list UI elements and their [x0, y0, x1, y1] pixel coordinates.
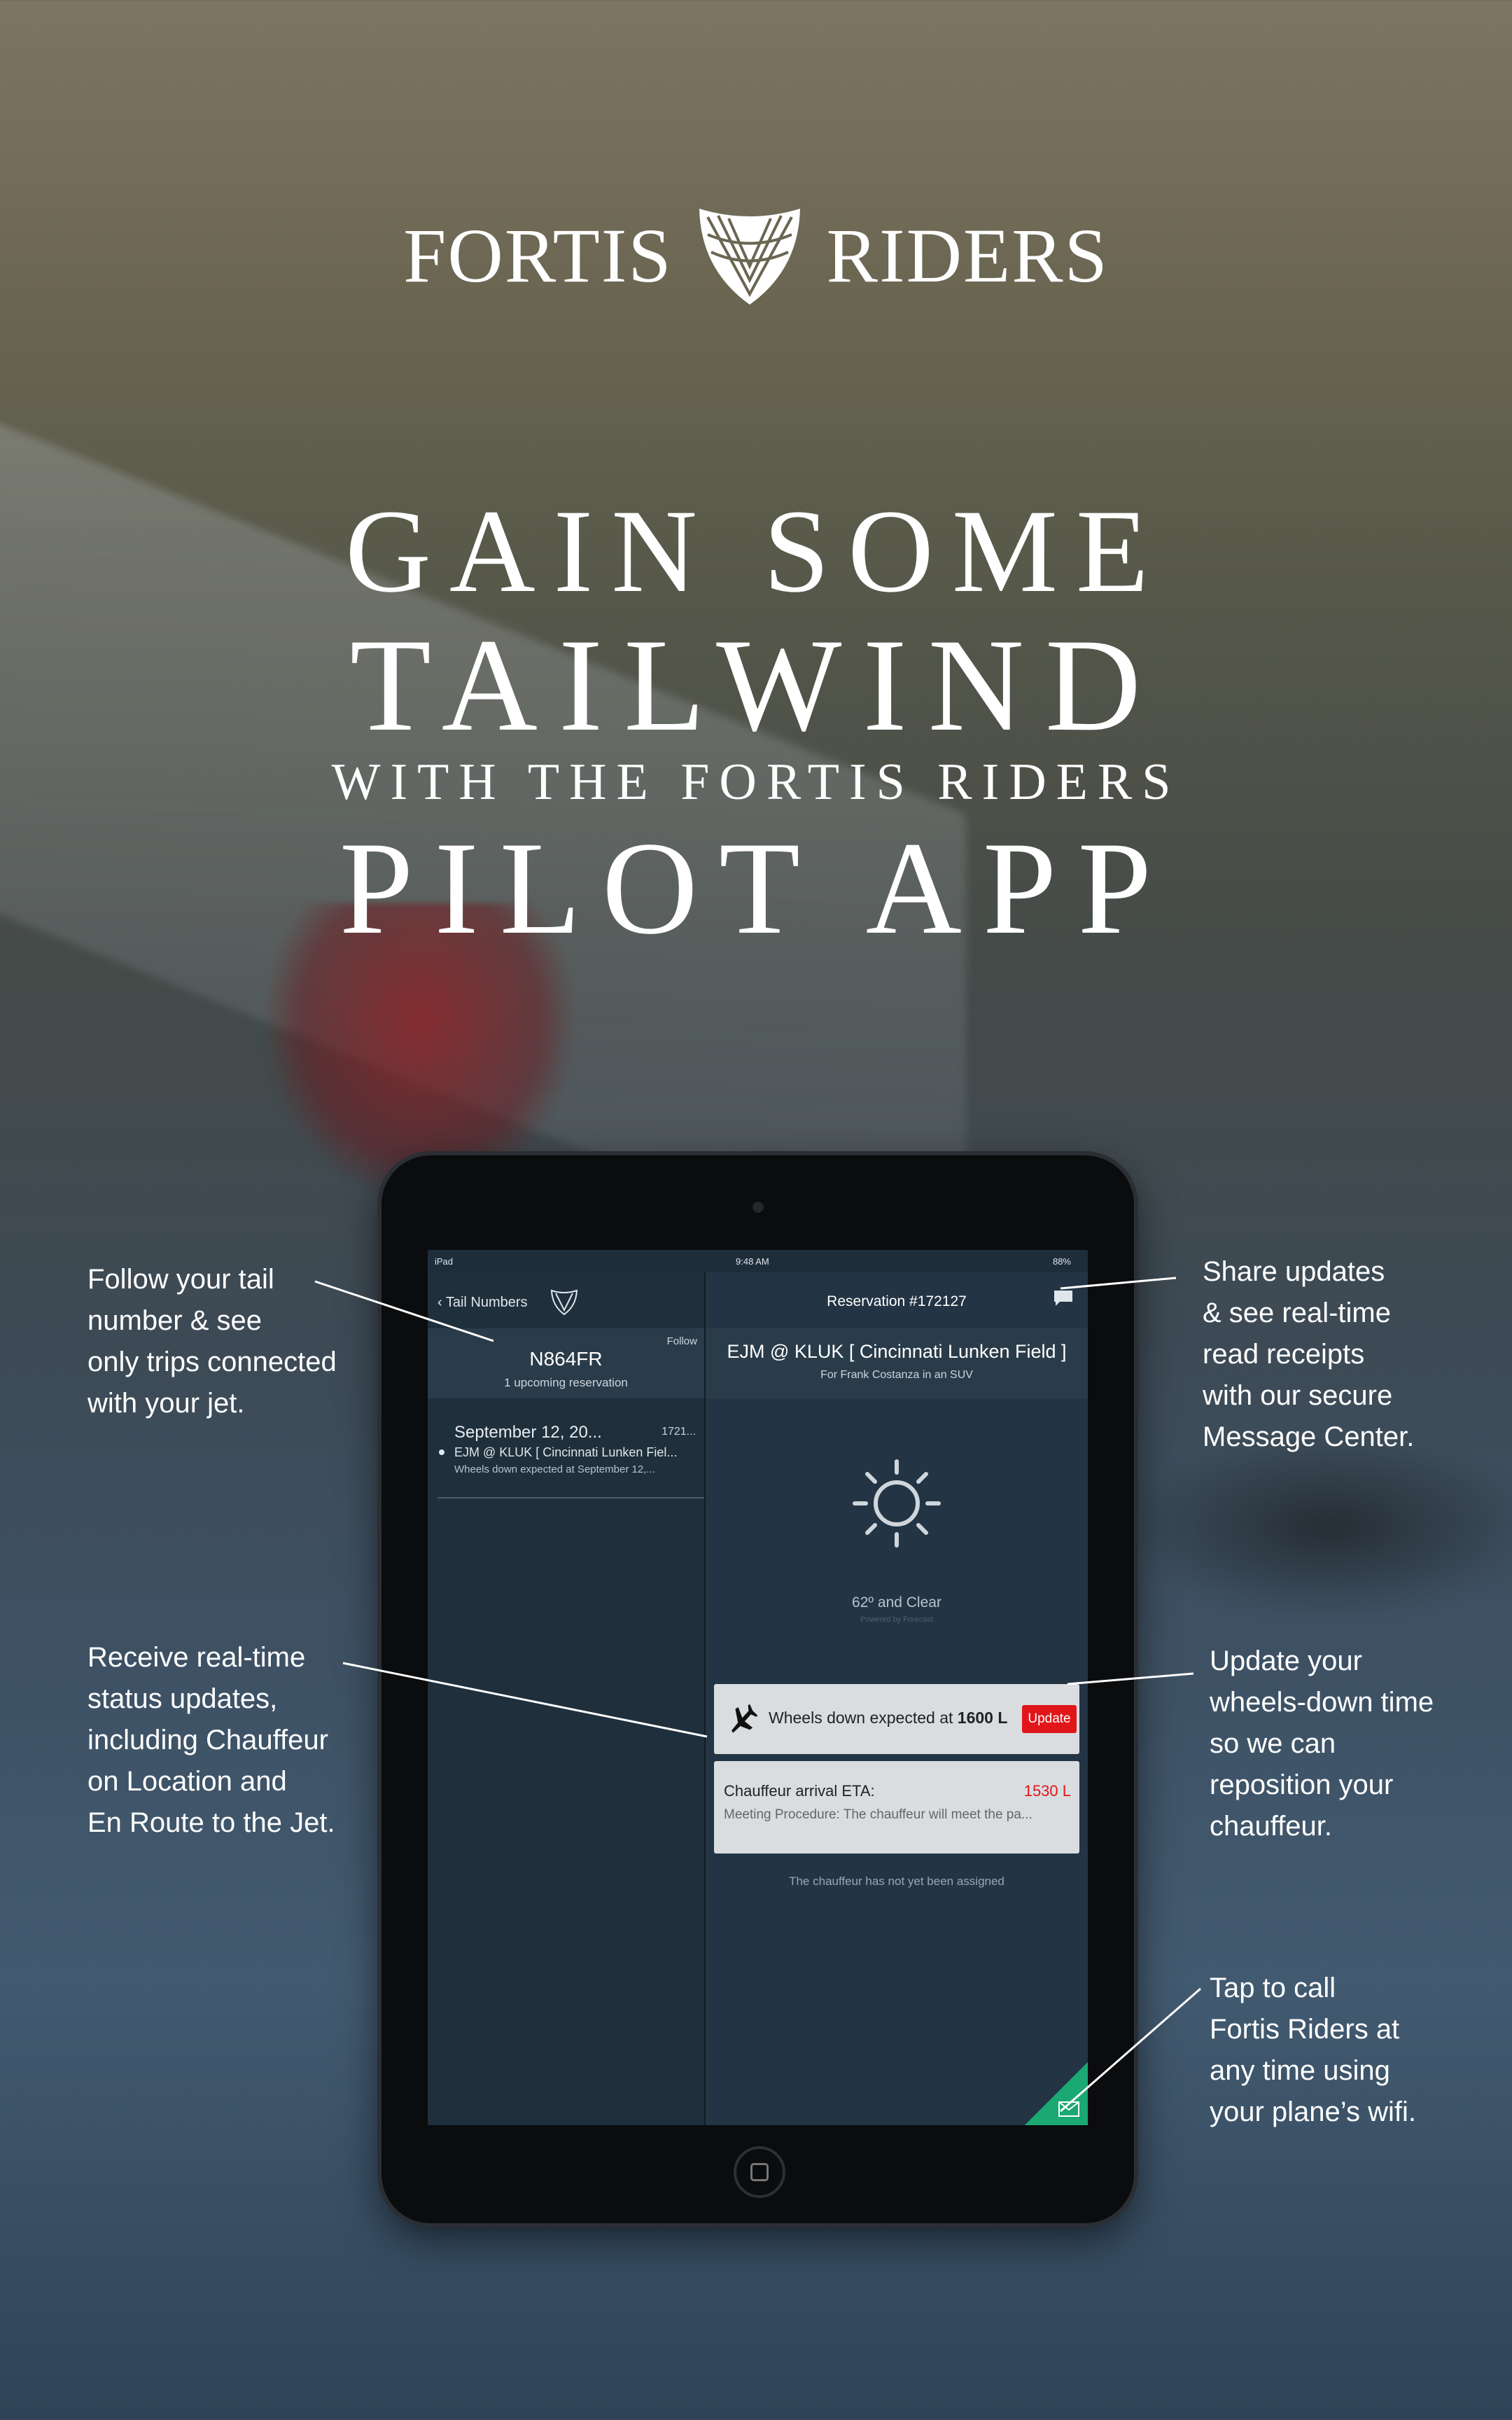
call-button[interactable]	[1025, 2062, 1088, 2125]
annotation-line: Tap to call	[1210, 1973, 1336, 2003]
brand-left: FORTIS	[403, 212, 673, 298]
wheels-down-text: Wheels down expected at 1600 L	[769, 1709, 1007, 1727]
chauffeur-eta-card: Chauffeur arrival ETA: 1530 L Meeting Pr…	[714, 1761, 1079, 1854]
app-screen: iPad 9:48 AM 88% ‹ Tail Numbers Follow N…	[428, 1250, 1088, 2125]
annotation-line: Fortis Riders at	[1210, 2014, 1400, 2045]
camera-icon	[752, 1202, 764, 1213]
reservation-title: Reservation #172127	[827, 1293, 967, 1309]
headline-line-4: PILOT APP	[339, 815, 1173, 962]
annotation-line: Update your	[1210, 1646, 1362, 1676]
annotation-line: Receive real-time	[88, 1642, 306, 1673]
meeting-procedure: Meeting Procedure: The chauffeur will me…	[724, 1807, 1032, 1822]
annotation-status: Receive real-time status updates, includ…	[88, 1637, 335, 1844]
annotation-line: any time using	[1210, 2055, 1390, 2086]
annotation-line: only trips connected	[88, 1347, 337, 1377]
brand-logo: FORTIS RIDERS	[0, 203, 1512, 308]
trip-route: EJM @ KLUK [ Cincinnati Lunken Fiel...	[454, 1445, 678, 1459]
home-button[interactable]	[734, 2146, 785, 2198]
annotation-tail: Follow your tail number & see only trips…	[88, 1259, 337, 1424]
headline-line-2: TAILWIND	[349, 612, 1163, 759]
annotation-line: & see real-time	[1203, 1298, 1391, 1328]
home-square-icon	[750, 2163, 769, 2181]
tail-header: Follow N864FR 1 upcoming reservation	[428, 1328, 704, 1398]
trip-list-item[interactable]: September 12, 20... 1721... EJM @ KLUK […	[438, 1423, 704, 1498]
airplane-icon	[732, 1704, 757, 1733]
tail-number: N864FR	[529, 1348, 603, 1370]
headline-line-3: WITH THE FORTIS RIDERS	[331, 753, 1181, 811]
status-device: iPad	[435, 1256, 454, 1267]
annotation-line: your plane’s wifi.	[1210, 2096, 1416, 2127]
annotation-line: status updates,	[88, 1683, 278, 1714]
annotation-line: number & see	[88, 1305, 262, 1336]
envelope-icon	[1058, 2101, 1079, 2117]
message-center-icon[interactable]	[1053, 1289, 1074, 1307]
eta-time: 1530 L	[1023, 1782, 1071, 1800]
sun-weather-icon	[853, 1459, 941, 1548]
annotation-line: with your jet.	[88, 1388, 245, 1419]
status-battery: 88%	[1052, 1256, 1071, 1267]
nav-logo-icon	[550, 1289, 578, 1316]
annotation-line: reposition your	[1210, 1769, 1394, 1800]
passenger-line: For Frank Costanza in an SUV	[820, 1369, 973, 1381]
status-time: 9:48 AM	[736, 1256, 769, 1267]
annotation-line: so we can	[1210, 1728, 1336, 1759]
chevron-left-icon: ‹	[438, 1295, 446, 1310]
update-button[interactable]: Update	[1022, 1705, 1077, 1733]
annotation-line: on Location and	[88, 1766, 287, 1797]
wheels-down-label: Wheels down expected at	[769, 1709, 953, 1727]
annotation-line: En Route to the Jet.	[88, 1807, 335, 1838]
trip-wheels: Wheels down expected at September 12,...	[454, 1463, 655, 1475]
back-label: Tail Numbers	[445, 1295, 528, 1310]
trip-code: 1721...	[662, 1426, 696, 1438]
reservation-pane: Reservation #172127 EJM @ KLUK [ Cincinn…	[706, 1272, 1088, 2125]
annotation-line: Follow your tail	[88, 1264, 274, 1295]
destination-header: EJM @ KLUK [ Cincinnati Lunken Field ] F…	[706, 1328, 1088, 1398]
upcoming-count: 1 upcoming reservation	[504, 1376, 628, 1389]
back-button[interactable]: ‹ Tail Numbers	[438, 1295, 528, 1311]
powered-by: Powered by Forecast	[860, 1615, 933, 1624]
annotation-line: chauffeur.	[1210, 1811, 1332, 1842]
annotation-line: read receipts	[1203, 1339, 1365, 1370]
annotation-line: Share updates	[1203, 1256, 1385, 1287]
eta-label: Chauffeur arrival ETA:	[724, 1782, 875, 1800]
tail-list-pane: ‹ Tail Numbers Follow N864FR 1 upcoming …	[428, 1272, 706, 2125]
trip-date: September 12, 20...	[454, 1423, 602, 1442]
annotation-line: with our secure	[1203, 1380, 1393, 1411]
destination: EJM @ KLUK [ Cincinnati Lunken Field ]	[727, 1341, 1067, 1362]
ipad-device: iPad 9:48 AM 88% ‹ Tail Numbers Follow N…	[382, 1155, 1134, 2223]
shield-logo-icon	[699, 209, 800, 305]
headline-line-1: GAIN SOME	[345, 485, 1167, 617]
chauffeur-status: The chauffeur has not yet been assigned	[789, 1875, 1004, 1888]
annotation-call: Tap to call Fortis Riders at any time us…	[1210, 1968, 1416, 2133]
wheels-down-card: Wheels down expected at 1600 L Update	[714, 1684, 1079, 1754]
annotation-update: Update your wheels-down time so we can r…	[1210, 1641, 1434, 1847]
selected-dot-icon	[439, 1449, 444, 1455]
annotation-line: wheels-down time	[1210, 1687, 1434, 1718]
status-bar: iPad 9:48 AM 88%	[428, 1250, 1088, 1272]
wheels-down-time: 1600 L	[957, 1709, 1008, 1727]
weather-text: 62º and Clear	[852, 1594, 941, 1611]
annotation-line: Message Center.	[1203, 1421, 1415, 1452]
follow-button[interactable]: Follow	[667, 1335, 697, 1347]
annotation-share: Share updates & see real-time read recei…	[1203, 1251, 1414, 1458]
annotation-line: including Chauffeur	[88, 1725, 328, 1755]
brand-right: RIDERS	[826, 212, 1109, 298]
blurred-plane	[1120, 1435, 1512, 1618]
